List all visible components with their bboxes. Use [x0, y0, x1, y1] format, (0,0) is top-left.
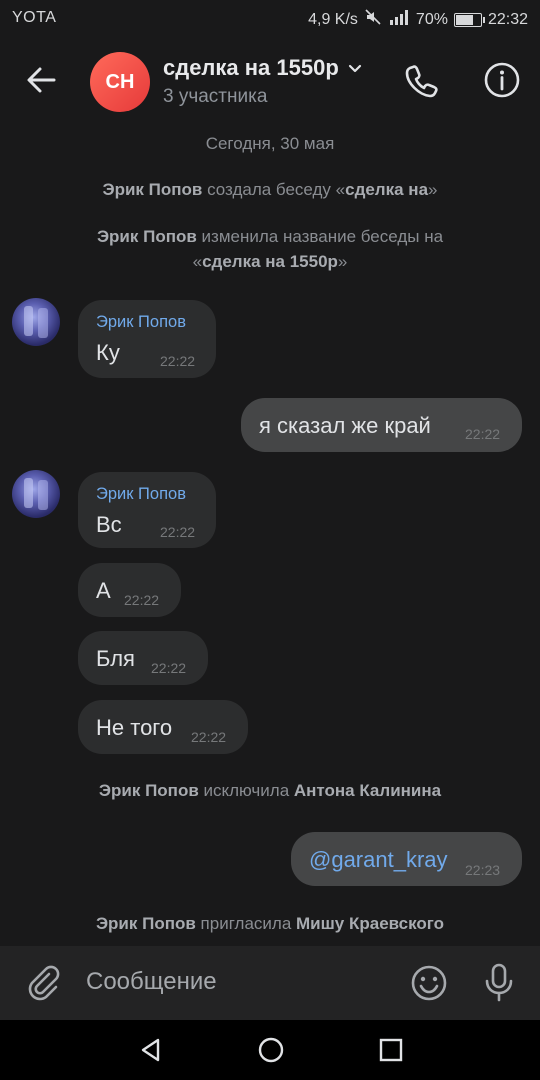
square-recents-icon — [379, 1038, 403, 1062]
message-list[interactable]: Сегодня, 30 мая Эрик Попов создала бесед… — [0, 120, 540, 946]
circle-home-icon — [258, 1037, 284, 1063]
mute-icon — [364, 8, 382, 31]
status-bar: YOTA 4,9 K/s 70% 22:32 — [0, 0, 540, 36]
message-time: 22:23 — [465, 862, 501, 878]
phone-icon — [405, 65, 438, 98]
smile-icon — [411, 965, 447, 1001]
message-bubble-in[interactable]: А 22:22 — [78, 563, 181, 617]
message-author[interactable]: Эрик Попов — [96, 313, 186, 332]
sys-action: создала беседу « — [202, 180, 346, 199]
chat-title[interactable]: сделка на 1550р — [163, 55, 363, 81]
sys-author[interactable]: Эрик Попов — [102, 180, 202, 199]
chat-title-text: сделка на 1550р — [163, 55, 339, 80]
message-time: 22:22 — [191, 729, 227, 745]
message-bubble-out[interactable]: я сказал же край 22:22 — [241, 398, 522, 452]
message-composer: Сообщение — [0, 946, 540, 1020]
sys-target: сделка на 1550р — [202, 252, 338, 271]
message-bubble-out[interactable]: @garant_kray 22:23 — [291, 832, 522, 886]
sys-quote: » — [337, 252, 348, 271]
clock: 22:32 — [487, 10, 528, 28]
chevron-down-icon — [348, 64, 361, 73]
message-time: 22:22 — [151, 660, 187, 676]
message-time: 22:22 — [160, 353, 196, 369]
sys-author[interactable]: Эрик Попов — [96, 914, 196, 933]
chat-header: СН сделка на 1550р 3 участника — [0, 36, 540, 120]
message-text: Вс — [96, 512, 122, 537]
system-navigation-bar — [0, 1020, 540, 1080]
message-time: 22:22 — [465, 426, 501, 442]
date-separator: Сегодня, 30 мая — [205, 134, 335, 153]
call-button[interactable] — [400, 58, 444, 102]
info-icon — [484, 62, 520, 98]
system-message: Эрик Попов изменила название беседы на «… — [0, 224, 540, 274]
message-time: 22:22 — [160, 524, 196, 540]
voice-message-button[interactable] — [478, 960, 520, 1004]
sys-target[interactable]: Антона Калинина — [294, 781, 441, 800]
sys-author[interactable]: Эрик Попов — [99, 781, 199, 800]
sys-quote: » — [428, 180, 438, 199]
message-text: Ку — [96, 340, 120, 365]
info-button[interactable] — [480, 58, 524, 102]
system-message: Эрик Попов пригласила Мишу Краевского — [0, 911, 540, 936]
message-bubble-in[interactable]: Эрик Попов Ку 22:22 — [78, 300, 216, 378]
battery-percent: 70% — [415, 10, 448, 28]
mention-link[interactable]: @garant_kray — [309, 847, 448, 873]
network-speed: 4,9 K/s — [308, 10, 358, 28]
emoji-button[interactable] — [408, 962, 450, 1004]
attach-button[interactable] — [22, 962, 62, 1002]
signal-icon — [388, 9, 410, 30]
participants-count[interactable]: 3 участника — [163, 86, 267, 108]
sys-action: исключила — [198, 781, 294, 800]
chat-avatar[interactable]: СН — [90, 52, 150, 112]
avatar[interactable] — [12, 298, 60, 346]
arrow-left-icon — [27, 67, 56, 93]
message-text: Не того — [96, 715, 173, 740]
message-text: А — [96, 578, 111, 603]
message-bubble-in[interactable]: Не того 22:22 — [78, 700, 248, 754]
microphone-icon — [485, 963, 513, 1002]
message-text: я сказал же край — [259, 413, 431, 438]
triangle-back-icon — [141, 1038, 160, 1062]
sys-action: пригласила — [195, 914, 297, 933]
nav-home-button[interactable] — [256, 1035, 286, 1065]
nav-back-button[interactable] — [136, 1035, 166, 1065]
back-button[interactable] — [22, 60, 62, 100]
message-time: 22:22 — [124, 592, 160, 608]
message-text: Бля — [96, 646, 135, 671]
system-message: Эрик Попов создала беседу «сделка на» — [0, 177, 540, 202]
sys-target[interactable]: Мишу Краевского — [296, 914, 444, 933]
sys-quote: « — [192, 252, 203, 271]
message-bubble-in[interactable]: Эрик Попов Вс 22:22 — [78, 472, 216, 548]
message-bubble-in[interactable]: Бля 22:22 — [78, 631, 208, 685]
system-message: Эрик Попов исключила Антона Калинина — [0, 778, 540, 803]
sys-target: сделка на — [345, 180, 429, 199]
nav-recents-button[interactable] — [376, 1035, 406, 1065]
avatar[interactable] — [12, 470, 60, 518]
message-input[interactable]: Сообщение — [86, 968, 217, 996]
message-author[interactable]: Эрик Попов — [96, 485, 186, 504]
sys-action: изменила название беседы на — [196, 227, 444, 246]
battery-level — [455, 14, 473, 25]
sys-author[interactable]: Эрик Попов — [97, 227, 197, 246]
carrier-label: YOTA — [12, 9, 57, 26]
battery-icon — [453, 12, 485, 27]
paperclip-icon — [28, 965, 60, 1001]
